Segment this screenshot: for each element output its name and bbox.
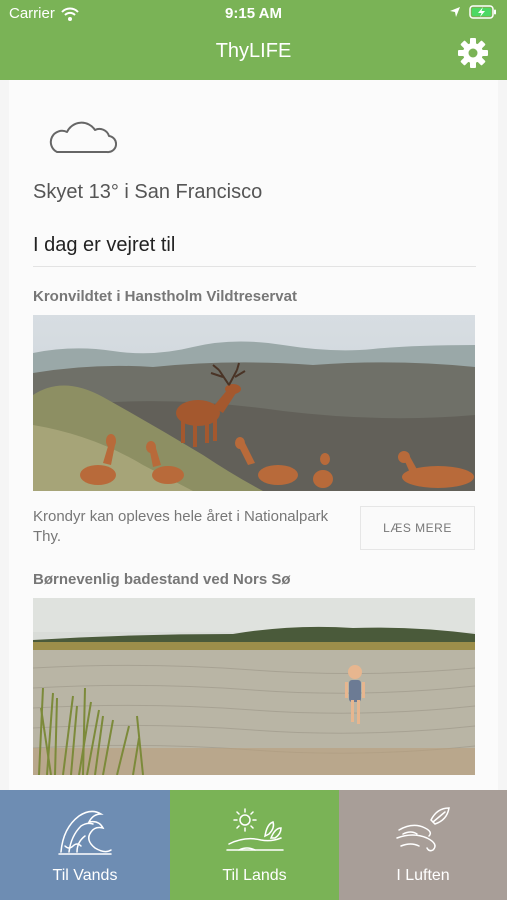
tab-label: Til Lands bbox=[222, 867, 287, 884]
tab-label: I Luften bbox=[396, 867, 450, 884]
wave-icon bbox=[58, 810, 112, 855]
tab-til-vands[interactable]: Til Vands bbox=[0, 790, 170, 900]
tab-til-lands[interactable]: Til Lands bbox=[170, 790, 339, 900]
read-more-button[interactable]: LÆS MERE bbox=[360, 506, 475, 550]
lake-child-photo[interactable] bbox=[33, 598, 475, 775]
tab-bar: Til Vands Til Lands I Luften bbox=[0, 790, 507, 900]
tab-i-luften[interactable]: I Luften bbox=[339, 790, 507, 900]
article-title[interactable]: Kronvildtet i Hanstholm Vildtreservat bbox=[33, 288, 297, 305]
article-description: Krondyr kan opleves hele året i National… bbox=[33, 508, 329, 545]
status-bar: Carrier 9:15 AM bbox=[0, 0, 507, 28]
gear-icon[interactable] bbox=[457, 37, 489, 69]
divider bbox=[33, 266, 476, 267]
page-title: ThyLIFE bbox=[215, 40, 292, 62]
red-deer-photo[interactable] bbox=[33, 315, 475, 491]
status-time: 9:15 AM bbox=[225, 5, 282, 22]
article-title[interactable]: Børnevenlig badestand ved Nors Sø bbox=[33, 571, 291, 588]
weather-summary: Skyet 13° i San Francisco bbox=[33, 181, 263, 203]
main-content[interactable]: Skyet 13° i San Francisco I dag er vejre… bbox=[0, 80, 507, 790]
status-right-icons bbox=[449, 5, 497, 19]
wind-leaf-icon bbox=[396, 807, 450, 852]
app-header: Carrier 9:15 AM ThyLIFE bbox=[0, 0, 507, 80]
cloud-icon bbox=[49, 121, 117, 154]
location-arrow-icon bbox=[450, 7, 460, 17]
tab-label: Til Vands bbox=[52, 867, 118, 884]
weather-card: Skyet 13° i San Francisco I dag er vejre… bbox=[9, 80, 498, 790]
sun-landscape-icon bbox=[225, 808, 284, 851]
weather-heading: I dag er vejret til bbox=[33, 234, 176, 256]
battery-charging-icon bbox=[469, 5, 496, 19]
